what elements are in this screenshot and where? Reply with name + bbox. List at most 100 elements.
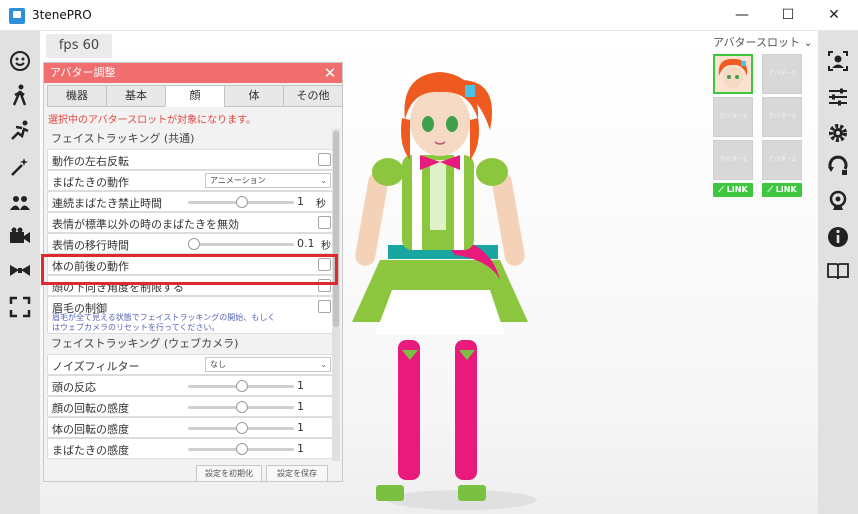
setting-label: 表情が標準以外の時のまばたきを無効 [52,218,239,231]
people-icon[interactable] [8,191,32,215]
link-button[interactable]: ⟋ LINK [762,183,802,197]
setting-row-head-react: 頭の反応 1 [47,375,337,396]
rotate-icon[interactable] [826,155,850,179]
gear-icon[interactable] [826,121,850,145]
slider-thumb[interactable] [236,443,248,455]
right-toolbar [818,31,858,514]
link-label: LINK [775,185,797,194]
fps-counter: fps 60 [46,34,112,58]
sliders-icon[interactable] [826,85,850,109]
avatar-slot-title: アバタースロット ⌄ [713,34,813,50]
slider-unit: 秒 [321,241,331,252]
setting-row-blink-disable: 連続まばたき禁止時間 1 秒 [47,191,337,212]
noise-filter-select[interactable]: なし ⌄ [205,357,331,372]
slider-value: 0.1 [297,237,315,250]
avatar-slot[interactable]: アバター3 [762,97,802,137]
brow-control-checkbox[interactable] [318,300,331,313]
expr-transition-slider[interactable] [188,238,294,250]
blink-motion-select[interactable]: アニメーション ⌄ [205,173,331,188]
slider-value: 1 [297,421,304,434]
panel-header: アバター調整 ✕ [44,63,342,83]
chevron-down-icon: ⌄ [320,176,327,185]
face-icon[interactable] [8,49,32,73]
setting-row-expr-transition: 表情の移行時間 0.1 秒 [47,233,337,254]
minimize-button[interactable]: — [719,0,765,31]
slot-label: アバター2 [768,156,796,163]
link-label: LINK [726,185,748,194]
setting-label: ノイズフィルター [52,360,140,373]
camera-icon[interactable] [8,225,32,249]
ribbon-icon[interactable] [8,259,32,283]
tab-basic[interactable]: 基本 [106,85,165,107]
setting-row-blink-sens: まばたきの感度 1 [47,438,337,459]
body-rot-slider[interactable] [188,422,294,434]
info-icon[interactable] [826,225,850,249]
scrollbar-thumb[interactable] [333,131,339,327]
window-title: 3tenePRO [32,8,92,22]
slider-thumb[interactable] [188,238,200,250]
avatar-slot[interactable]: アバター2 [762,140,802,180]
select-value: なし [210,360,226,369]
brow-description: 眉毛が全て見える状態でフェイストラッキングの開始、もしくはウェブカメラのリセット… [52,313,276,332]
face-rot-slider[interactable] [188,401,294,413]
tab-body[interactable]: 体 [224,85,283,107]
setting-label: 体の回転の感度 [52,423,129,436]
close-window-button[interactable]: ✕ [811,0,857,31]
slider-thumb[interactable] [236,401,248,413]
effect-wand-icon[interactable] [8,155,32,179]
setting-label: 連続まばたき禁止時間 [52,197,162,210]
section-title-common: フェイストラッキング (共通) [51,132,195,145]
face-tracking-icon[interactable] [826,49,850,73]
settings-list[interactable]: フェイストラッキング (共通) 動作の左右反転 まばたきの動作 アニメーション ⌄… [47,129,337,461]
mirror-checkbox[interactable] [318,153,331,166]
slider-unit: 秒 [316,199,326,210]
slider-thumb[interactable] [236,422,248,434]
setting-label: まばたきの感度 [52,444,129,457]
setting-label: 頭の反応 [52,381,96,394]
panel-tabs: 機器 基本 顔 体 その他 [47,85,343,107]
slot-label: アバター0 [768,70,796,77]
tab-other[interactable]: その他 [283,85,343,107]
setting-row-noise-filter: ノイズフィルター なし ⌄ [47,354,337,375]
setting-label: 顔の回転の感度 [52,402,129,415]
settings-scrollbar[interactable] [332,129,340,461]
app-logo-icon [9,8,25,24]
slider-thumb[interactable] [236,196,248,208]
head-react-slider[interactable] [188,380,294,392]
setting-label: 動作の左右反転 [52,155,129,168]
setting-row-blink-motion: まばたきの動作 アニメーション ⌄ [47,170,337,191]
action-icon[interactable] [8,119,32,143]
blink-disable-slider[interactable] [188,196,294,208]
panel-title: アバター調整 [50,66,116,79]
slider-value: 1 [297,400,304,413]
blink-invalid-checkbox[interactable] [318,216,331,229]
slider-value: 1 [297,442,304,455]
slider-thumb[interactable] [236,380,248,392]
link-icon: ⟋ [718,185,727,194]
avatar-slot-active[interactable] [713,54,753,94]
highlight-box [41,254,338,285]
avatar-slot[interactable]: アバター1 [713,140,753,180]
setting-label: 表情の移行時間 [52,239,129,252]
left-toolbar [0,31,40,514]
avatar-slot[interactable]: アバター1 [713,97,753,137]
tab-device[interactable]: 機器 [47,85,106,107]
slider-value: 1 [297,195,304,208]
panel-close-button[interactable]: ✕ [322,64,338,82]
fullscreen-icon[interactable] [8,295,32,319]
webcam-icon[interactable] [826,189,850,213]
avatar-slot-title-text: アバタースロット [713,36,801,49]
setting-row-face-rot: 顔の回転の感度 1 [47,396,337,417]
avatar-thumbnail [715,56,751,92]
reset-settings-button[interactable]: 設定を初期化 [196,465,262,482]
link-button[interactable]: ⟋ LINK [713,183,753,197]
tab-face[interactable]: 顔 [165,85,224,107]
save-settings-button[interactable]: 設定を保存 [266,465,328,482]
maximize-button[interactable]: ☐ [765,0,811,31]
slot-notice: 選択中のアバタースロットが対象になります。 [48,115,257,126]
chevron-down-icon: ⌄ [803,36,813,49]
walk-icon[interactable] [8,83,32,107]
manual-book-icon[interactable] [826,259,850,283]
blink-sens-slider[interactable] [188,443,294,455]
avatar-slot[interactable]: アバター0 [762,54,802,94]
